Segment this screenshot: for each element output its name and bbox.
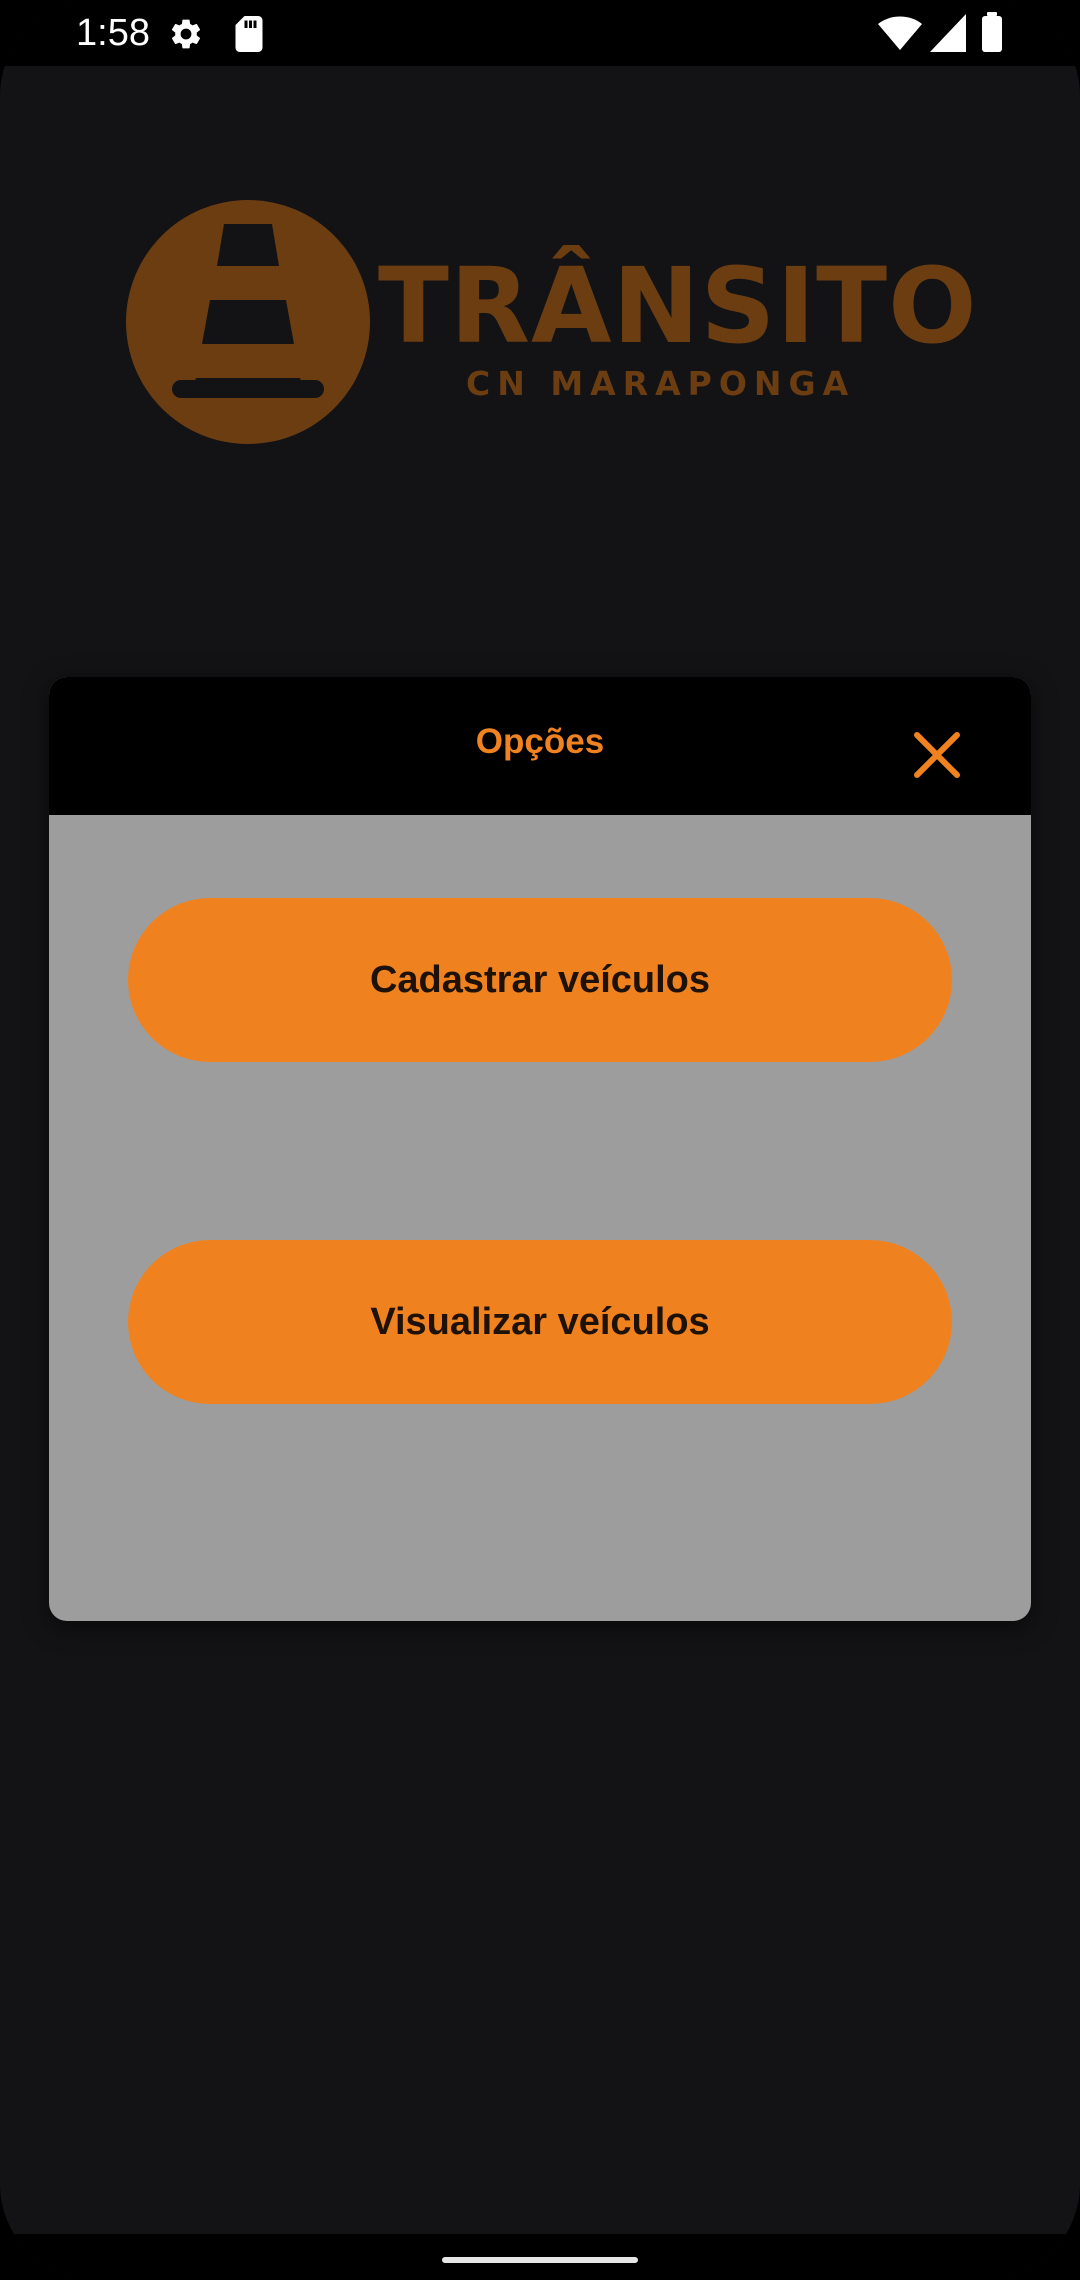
signal-icon xyxy=(930,14,966,52)
home-indicator[interactable] xyxy=(442,2257,638,2263)
status-bar: 1:58 xyxy=(0,0,1080,66)
options-dialog: Opções Cadastrar veículos Visualizar veí… xyxy=(49,677,1031,1621)
app-screen: 1:58 TRÂNSITO CN MARAPONGA Opções Cadast… xyxy=(0,0,1080,2280)
dialog-header: Opções xyxy=(49,677,1031,815)
battery-icon xyxy=(982,12,1002,52)
logo-subtitle: CN MARAPONGA xyxy=(466,364,856,403)
app-logo: TRÂNSITO CN MARAPONGA xyxy=(126,200,977,450)
status-time: 1:58 xyxy=(76,12,150,54)
view-vehicles-button[interactable]: Visualizar veículos xyxy=(128,1240,952,1404)
logo-title: TRÂNSITO xyxy=(378,245,978,367)
dialog-title: Opções xyxy=(475,722,605,761)
close-icon[interactable] xyxy=(907,725,967,785)
traffic-cone-icon xyxy=(126,200,370,444)
sd-card-icon xyxy=(235,16,263,52)
register-vehicles-button[interactable]: Cadastrar veículos xyxy=(128,898,952,1062)
wifi-icon xyxy=(878,16,922,50)
settings-icon xyxy=(171,19,201,49)
